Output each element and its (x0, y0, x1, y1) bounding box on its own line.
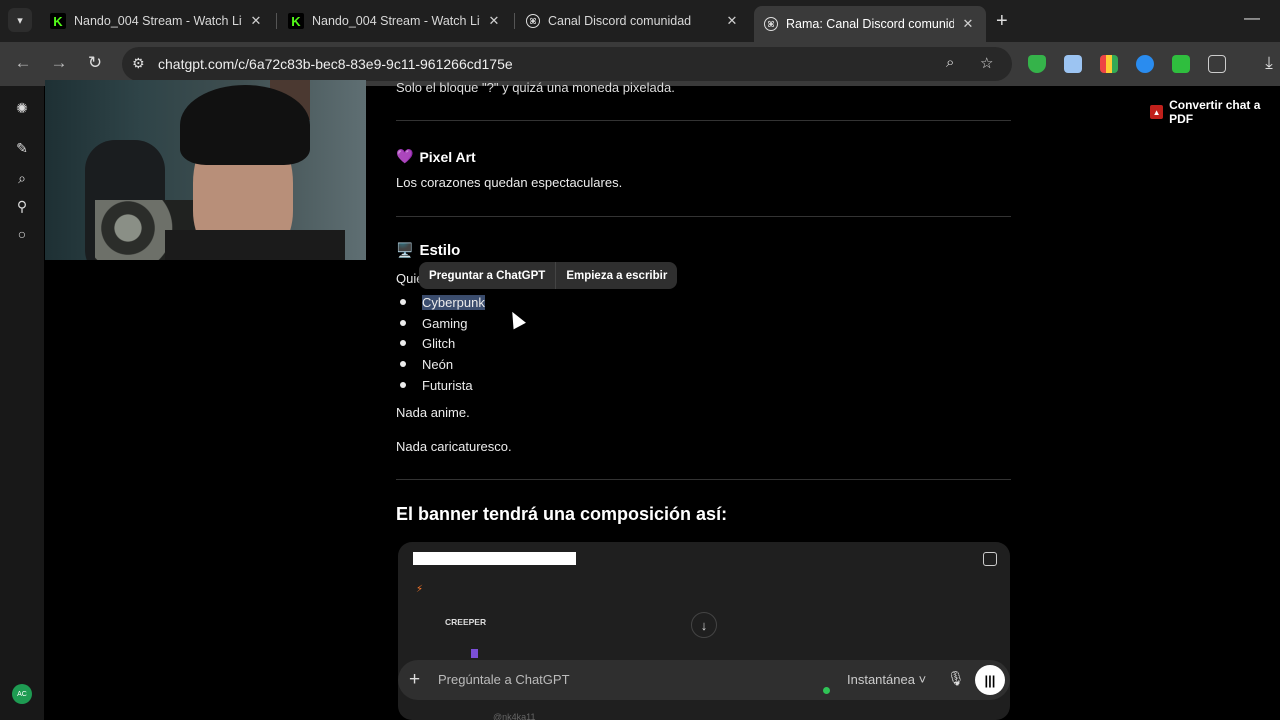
download-icon[interactable]: ⤓ (1258, 53, 1280, 73)
list-item: Futurista (396, 375, 473, 395)
chatgpt-logo-icon[interactable]: ✺ (12, 98, 32, 118)
composition-heading: El banner tendrá una composición así: (396, 504, 728, 524)
tab-strip: ▾ K Nando_004 Stream - Watch Live ✕ K Na… (0, 0, 1280, 42)
pin-icon[interactable]: ⚲ (12, 196, 32, 216)
kick-icon: K (288, 13, 304, 29)
section-title: Pixel Art (419, 148, 476, 165)
tab-title: Canal Discord comunidad (548, 14, 692, 28)
close-icon[interactable]: ✕ (724, 13, 740, 29)
code-faint-text: @nk4ka11 (493, 712, 536, 720)
chatgpt-icon: ⌘ (764, 17, 778, 31)
extensions-puzzle-icon[interactable] (1208, 55, 1226, 73)
search-icon[interactable]: ⌕ (12, 168, 32, 188)
chat-sidebar: ✺ ✎ ⌕ ⚲ ○ AC (0, 86, 44, 720)
divider (396, 479, 1011, 480)
message-composer: + Pregúntale a ChatGPT Instantánea ˅ 🎙 |… (398, 660, 1010, 700)
start-writing-button[interactable]: Empieza a escribir (556, 262, 677, 289)
list-item: Glitch (396, 333, 455, 353)
cut-text: Solo el bloque "?" y quizá una moneda pi… (396, 80, 675, 95)
zoom-icon[interactable]: ⌕ (946, 54, 954, 71)
tab-divider (514, 13, 515, 29)
minimize-icon[interactable]: — (1244, 10, 1260, 28)
section-title: Estilo (419, 242, 461, 259)
paragraph: Nada anime. (396, 405, 470, 420)
list-item: Neón (396, 354, 453, 374)
convert-pdf-label: Convertir chat a PDF (1169, 98, 1261, 126)
tab-kick-1[interactable]: K Nando_004 Stream - Watch Live ✕ (40, 6, 274, 36)
mouse-cursor (506, 308, 526, 330)
list-item: Cyberpunk (396, 292, 485, 312)
new-tab-icon[interactable]: + (996, 10, 1008, 33)
reload-icon[interactable]: ↻ (84, 53, 106, 73)
scroll-down-icon[interactable]: ↓ (691, 612, 717, 638)
tab-discord-canal[interactable]: ⌘ Canal Discord comunidad ✕ (516, 6, 750, 36)
forward-icon[interactable]: → (48, 53, 70, 73)
voice-mode-icon[interactable]: ||| (975, 665, 1005, 695)
chat-bubble-icon[interactable]: ○ (12, 224, 32, 244)
close-icon[interactable]: ✕ (248, 13, 264, 29)
android-icon[interactable] (1172, 55, 1190, 73)
divider (396, 120, 1011, 121)
purple-heart-icon: 💜 (396, 148, 414, 164)
tab-divider (276, 13, 277, 29)
document-icon[interactable] (1064, 55, 1082, 73)
address-bar[interactable]: ⚙ chatgpt.com/c/6a72c83b-bec8-83e9-9c11-… (122, 47, 1012, 81)
tab-title: Nando_004 Stream - Watch Live (74, 14, 242, 28)
status-dot (823, 687, 830, 694)
paragraph: Nada caricaturesco. (396, 439, 512, 454)
color-grid-icon[interactable] (1100, 55, 1118, 73)
tab-title: Nando_004 Stream - Watch Live (312, 14, 480, 28)
copy-icon[interactable] (983, 552, 997, 566)
bookmark-star-icon[interactable]: ☆ (980, 54, 993, 72)
ask-chatgpt-button[interactable]: Preguntar a ChatGPT (419, 262, 555, 289)
close-icon[interactable]: ✕ (486, 13, 502, 29)
code-label: CREEPER (445, 617, 487, 627)
tab-search-icon[interactable]: ▾ (8, 8, 32, 32)
new-chat-icon[interactable]: ✎ (12, 138, 32, 158)
shield-icon[interactable] (1028, 55, 1046, 73)
code-header-bar (413, 552, 576, 565)
model-selector[interactable]: Instantánea ˅ (847, 672, 926, 687)
site-settings-icon[interactable]: ⚙ (132, 55, 145, 72)
pdf-icon: ▲ (1150, 105, 1164, 119)
tab-rama-canal[interactable]: ⌘ Rama: Canal Discord comunidad ✕ (754, 6, 986, 42)
avatar[interactable]: AC (12, 684, 32, 704)
kick-icon: K (50, 13, 66, 29)
purple-pixel-icon (471, 649, 478, 658)
computer-icon: 🖥️ (396, 242, 414, 258)
section-heading: 🖥️ Estilo (396, 242, 460, 259)
tab-kick-2[interactable]: K Nando_004 Stream - Watch Live ✕ (278, 6, 512, 36)
microphone-icon[interactable]: 🎙 (947, 670, 965, 687)
url-text[interactable]: chatgpt.com/c/6a72c83b-bec8-83e9-9c11-96… (158, 56, 513, 72)
composer-input[interactable]: Pregúntale a ChatGPT (438, 672, 570, 687)
section-heading: 💜 Pixel Art (396, 148, 476, 165)
close-icon[interactable]: ✕ (960, 16, 976, 32)
sync-icon[interactable] (1136, 55, 1154, 73)
back-icon[interactable]: ← (12, 53, 34, 73)
selection-popup: Preguntar a ChatGPT Empieza a escribir (419, 262, 678, 289)
convert-pdf-button[interactable]: ▲ Convertir chat a PDF (1150, 98, 1280, 126)
paragraph: Los corazones quedan espectaculares. (396, 175, 623, 190)
chatgpt-icon: ⌘ (526, 14, 540, 28)
divider (396, 216, 1011, 217)
paragraph: Quiero (396, 271, 420, 286)
selected-text[interactable]: Cyberpunk (422, 294, 485, 310)
list-item: Gaming (396, 313, 468, 333)
lightning-icon: ⚡ (416, 584, 424, 595)
plus-icon[interactable]: + (409, 669, 420, 691)
tab-title: Rama: Canal Discord comunidad (786, 17, 954, 31)
webcam-overlay (45, 80, 366, 260)
